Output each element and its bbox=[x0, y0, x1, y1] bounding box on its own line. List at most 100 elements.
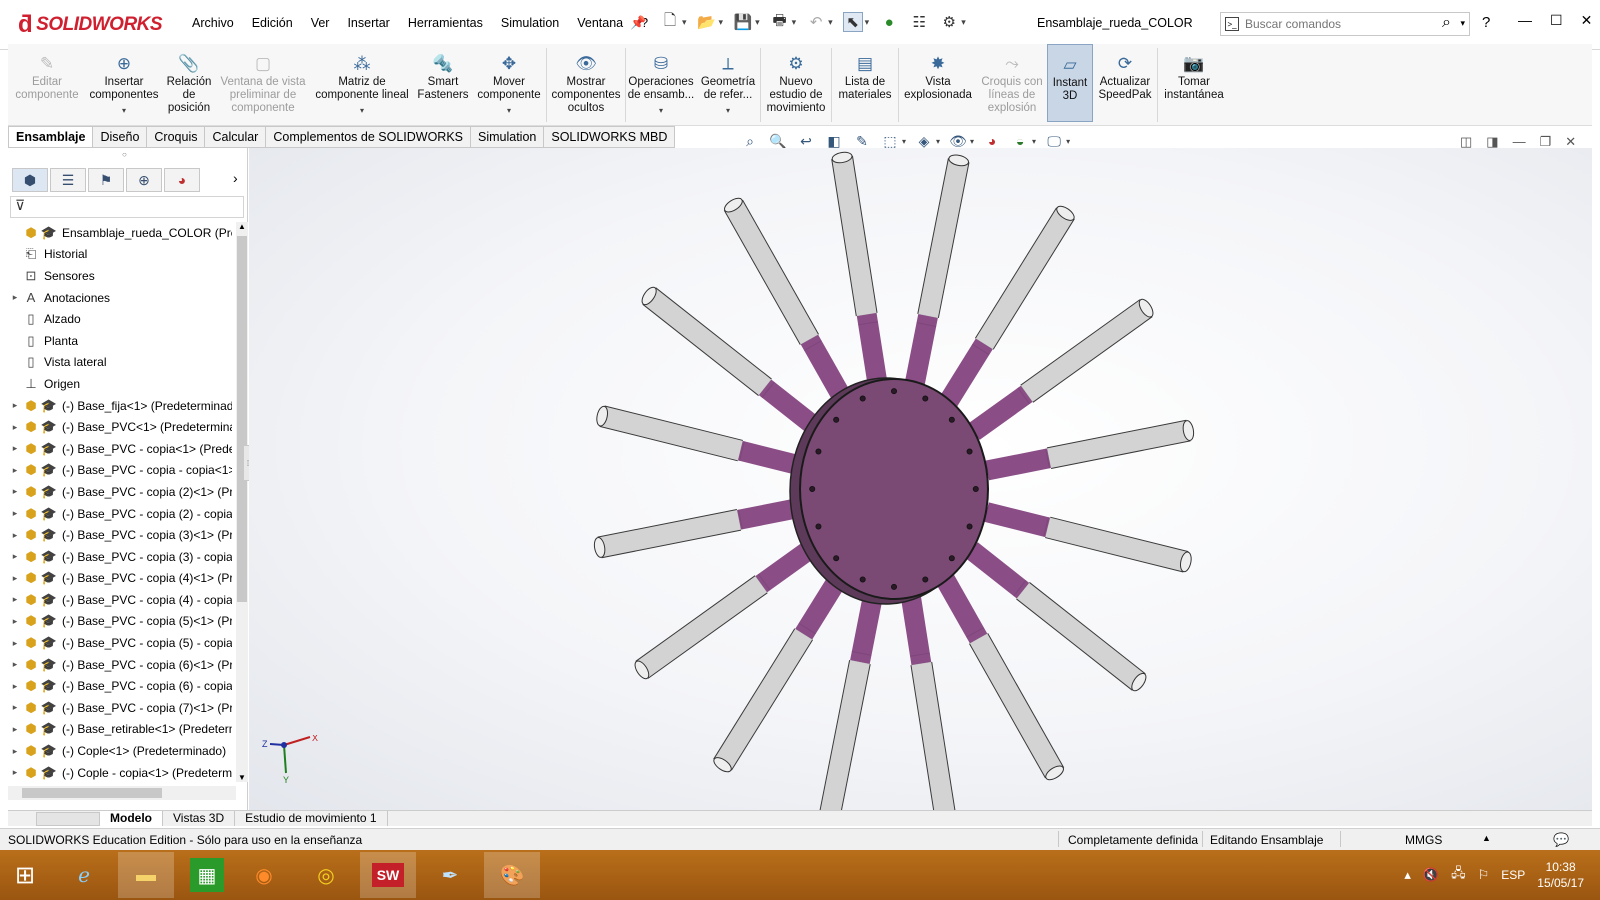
scroll-thumb[interactable] bbox=[22, 788, 162, 798]
expand-arrow-icon[interactable]: ▸ bbox=[8, 638, 22, 649]
expand-arrow-icon[interactable]: ▸ bbox=[8, 551, 22, 562]
clock[interactable]: 10:38 15/05/17 bbox=[1537, 859, 1584, 891]
dimxpert-icon[interactable]: ⊕ bbox=[126, 168, 162, 192]
show-hidden-components-button[interactable]: 👁 Mostrar componentes ocultos bbox=[547, 44, 625, 115]
chevron-down-icon[interactable]: ▾ bbox=[1460, 18, 1465, 29]
solidworks-logo[interactable]: ƌ SOLIDWORKS bbox=[18, 8, 163, 42]
bolt-hole-2[interactable] bbox=[922, 395, 929, 402]
pvc-tube-14[interactable] bbox=[599, 406, 743, 461]
tree-component-item[interactable]: ▸⬢🎓 (-) Cople - copia<1> (Predeterminado) bbox=[8, 762, 232, 782]
file-properties-icon[interactable]: ☷ bbox=[909, 12, 929, 32]
file-explorer-icon[interactable]: ▬ bbox=[118, 852, 174, 898]
select-icon[interactable]: ⬉ bbox=[842, 12, 863, 32]
scroll-down-icon[interactable]: ▼ bbox=[238, 773, 246, 782]
help-icon[interactable]: ? bbox=[1482, 14, 1490, 31]
volume-muted-icon[interactable]: 🔇 bbox=[1423, 867, 1439, 883]
menu-archivo[interactable]: Archivo bbox=[183, 16, 243, 30]
menu-simulation[interactable]: Simulation bbox=[492, 16, 568, 30]
explode-line-sketch-button[interactable]: ⤳ Croquis con líneas de explosión bbox=[977, 44, 1047, 115]
update-speedpak-button[interactable]: ⟳ Actualizar SpeedPak bbox=[1093, 44, 1157, 102]
chevron-down-icon[interactable]: ▾ bbox=[682, 17, 687, 28]
new-file-icon[interactable]: 🗋 bbox=[660, 12, 680, 32]
edit-component-button[interactable]: ✎ Editar componente bbox=[8, 44, 86, 102]
propertymanager-icon[interactable]: ☰ bbox=[50, 168, 86, 192]
minimize-button[interactable]: — bbox=[1518, 12, 1532, 29]
unit-system[interactable]: MMGS bbox=[1405, 833, 1442, 847]
coupler-1[interactable] bbox=[856, 312, 888, 386]
tree-item[interactable]: ⎗ Historial bbox=[8, 244, 232, 266]
expand-arrow-icon[interactable]: ▸ bbox=[8, 422, 22, 433]
chevron-down-icon[interactable]: ▾ bbox=[122, 104, 126, 117]
pvc-tube-7[interactable] bbox=[1016, 582, 1146, 690]
tree-component-item[interactable]: ▸⬢🎓 (-) Base_PVC - copia (4)<1> (Predeter… bbox=[8, 568, 232, 590]
options-icon[interactable]: ⚙ bbox=[939, 12, 959, 32]
chevron-down-icon[interactable]: ▾ bbox=[970, 137, 974, 146]
coupler-2[interactable] bbox=[904, 313, 938, 387]
scroll-thumb[interactable] bbox=[237, 236, 247, 602]
bolt-hole-6[interactable] bbox=[966, 523, 973, 530]
tab-modelo[interactable]: Modelo bbox=[100, 811, 163, 826]
notifications-icon[interactable]: ⚐ bbox=[1478, 867, 1490, 883]
filter-icon[interactable]: ⊽ bbox=[15, 197, 25, 213]
featuremanager-icon[interactable]: ⬢ bbox=[12, 168, 48, 192]
menu-insertar[interactable]: Insertar bbox=[338, 16, 398, 30]
mate-button[interactable]: 📎 Relación de posición bbox=[162, 44, 216, 115]
tab-ensamblaje[interactable]: Ensamblaje bbox=[8, 126, 94, 148]
tab-scroll-arrows[interactable] bbox=[36, 811, 100, 826]
bolt-hole-14[interactable] bbox=[815, 448, 822, 455]
undo-icon[interactable]: ↶ bbox=[806, 12, 826, 32]
chevron-down-icon[interactable]: ▾ bbox=[719, 17, 724, 28]
tree-horizontal-scrollbar[interactable] bbox=[8, 786, 236, 800]
pvc-tube-3[interactable] bbox=[975, 207, 1074, 350]
expand-arrow-icon[interactable]: ▸ bbox=[8, 616, 22, 627]
edrawings-icon[interactable]: ✒ bbox=[422, 852, 478, 898]
expand-arrow-icon[interactable]: ▸ bbox=[8, 573, 22, 584]
network-icon[interactable]: 🖧 bbox=[1451, 864, 1466, 886]
bolt-hole-10[interactable] bbox=[859, 576, 866, 583]
tree-component-item[interactable]: ▸⬢🎓 (-) Base_PVC - copia (3)<1> (Predeter… bbox=[8, 524, 232, 546]
input-language[interactable]: ESP bbox=[1501, 868, 1525, 882]
menu-herramientas[interactable]: Herramientas bbox=[399, 16, 492, 30]
expand-arrow-icon[interactable]: ▸ bbox=[8, 400, 22, 411]
tree-filter[interactable]: ⊽ bbox=[10, 196, 244, 218]
pvc-tube-5[interactable] bbox=[1047, 420, 1191, 469]
chevron-down-icon[interactable]: ▾ bbox=[726, 104, 730, 117]
tree-vertical-scrollbar[interactable]: ▲ ▼ bbox=[236, 222, 248, 782]
coupler-7[interactable] bbox=[965, 542, 1030, 599]
tree-component-item[interactable]: ▸⬢🎓 (-) Base_PVC - copia (6) - copia<1> bbox=[8, 675, 232, 697]
tree-item[interactable]: ⊥ Origen bbox=[8, 373, 232, 395]
pvc-tube-12[interactable] bbox=[636, 576, 768, 678]
chevron-down-icon[interactable]: ▾ bbox=[792, 17, 797, 28]
pvc-tube-1[interactable] bbox=[832, 155, 877, 316]
smart-fasteners-button[interactable]: 🔩 Smart Fasteners bbox=[414, 44, 472, 102]
tree-component-item[interactable]: ▸⬢🎓 (-) Base_PVC - copia (2) - copia<1> bbox=[8, 503, 232, 525]
tree-component-item[interactable]: ▸ ⬢ 🎓 (-) Cople<1> (Predeterminado) bbox=[8, 740, 232, 762]
coupler-16[interactable] bbox=[800, 334, 852, 405]
insert-components-button[interactable]: ⊕ Insertar componentes ▾ bbox=[86, 44, 162, 117]
search-icon[interactable]: ⌕ bbox=[1442, 14, 1451, 32]
tab-mbd[interactable]: SOLIDWORKS MBD bbox=[544, 126, 676, 148]
wheel-assembly-model[interactable] bbox=[249, 148, 1592, 810]
chevron-down-icon[interactable]: ▾ bbox=[1066, 137, 1070, 146]
pvc-tube-15[interactable] bbox=[642, 288, 772, 396]
expand-arrow-icon[interactable]: ▸ bbox=[8, 681, 22, 692]
move-component-button[interactable]: ✥ Mover componente ▾ bbox=[472, 44, 546, 117]
pvc-tube-11[interactable] bbox=[714, 628, 813, 771]
hub-front-plate[interactable] bbox=[799, 378, 989, 600]
chevron-down-icon[interactable]: ▾ bbox=[902, 137, 906, 146]
open-file-icon[interactable]: 📂 bbox=[697, 12, 717, 32]
chevron-down-icon[interactable]: ▾ bbox=[936, 137, 940, 146]
tab-diseno[interactable]: Diseño bbox=[93, 126, 148, 148]
bolt-hole-13[interactable] bbox=[809, 485, 816, 492]
bolt-hole-16[interactable] bbox=[859, 395, 866, 402]
scroll-up-icon[interactable]: ▲ bbox=[238, 222, 246, 231]
bolt-hole-9[interactable] bbox=[891, 583, 898, 590]
maximize-button[interactable]: ☐ bbox=[1550, 12, 1563, 29]
close-button[interactable]: ✕ bbox=[1581, 12, 1593, 29]
tab-calcular[interactable]: Calcular bbox=[205, 126, 267, 148]
chevron-right-icon[interactable]: › bbox=[233, 170, 238, 186]
panel-handle-icon[interactable]: ○ bbox=[122, 150, 127, 159]
menu-edicion[interactable]: Edición bbox=[243, 16, 302, 30]
bill-of-materials-button[interactable]: ▤ Lista de materiales bbox=[832, 44, 898, 102]
expand-arrow-icon[interactable]: ▸ bbox=[8, 659, 22, 670]
